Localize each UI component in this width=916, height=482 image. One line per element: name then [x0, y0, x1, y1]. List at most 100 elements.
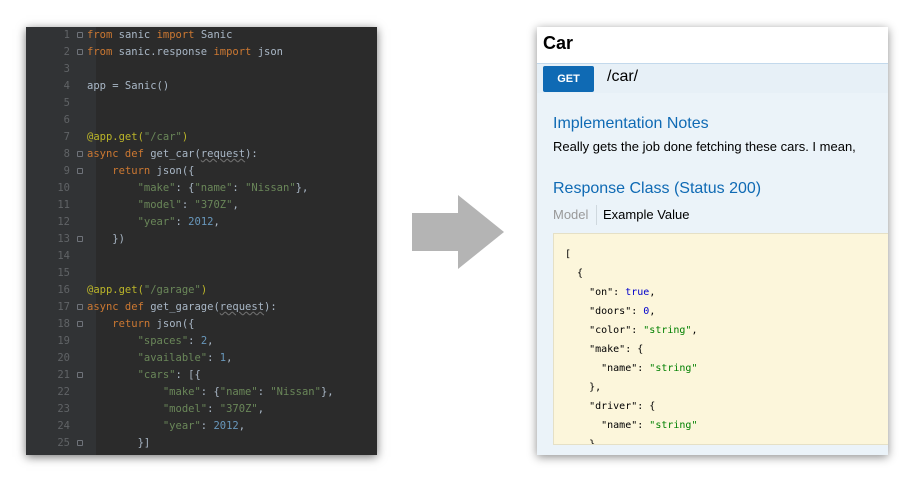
code-token: Sanic [194, 29, 233, 41]
example-value-box[interactable]: [ { "on": true, "doors": 0, "color": "st… [553, 233, 888, 445]
implementation-notes-heading: Implementation Notes [553, 115, 709, 132]
http-method-badge[interactable]: GET [543, 66, 594, 92]
json-token: }, [565, 382, 602, 393]
code-text[interactable]: return json({ [87, 163, 194, 180]
json-token: "on": [565, 287, 626, 298]
code-text[interactable]: async def get_car(request): [87, 146, 258, 163]
line-number: 7 [63, 131, 70, 143]
line-number: 17 [57, 301, 70, 313]
code-text[interactable]: from sanic import Sanic [87, 27, 232, 44]
code-token: : [188, 335, 201, 347]
code-text[interactable]: "model": "370Z", [87, 401, 264, 418]
line-number: 8 [63, 148, 70, 160]
code-text[interactable]: "spaces": 2, [87, 333, 214, 350]
json-token: , [649, 287, 656, 298]
code-token: @app.get( [87, 284, 144, 296]
code-fold-icon[interactable] [77, 151, 83, 157]
json-token: "name": [565, 363, 650, 374]
code-text[interactable]: return json({ [87, 316, 194, 333]
code-text[interactable]: "year": 2012, [87, 418, 245, 435]
json-line: }, [565, 378, 601, 397]
code-token: app = Sanic() [87, 80, 170, 92]
code-text[interactable]: "make": {"name": "Nissan"}, [87, 384, 334, 401]
code-text[interactable]: "available": 1, [87, 350, 233, 367]
json-token: "make": { [565, 344, 644, 355]
code-token: : { [175, 182, 195, 194]
code-fold-icon[interactable] [77, 49, 83, 55]
code-text[interactable]: "cars": [{ [87, 367, 201, 384]
code-token: "/car" [143, 131, 182, 143]
line-number: 22 [57, 386, 70, 398]
code-line: 23 "model": "370Z", [26, 401, 377, 418]
code-fold-icon[interactable] [77, 168, 83, 174]
operation-path[interactable]: /car/ [607, 68, 638, 86]
code-line: 2 from sanic.response import json [26, 44, 377, 61]
code-line: 14 [26, 248, 377, 265]
json-line: "on": true, [565, 283, 655, 302]
code-token: : [257, 386, 271, 398]
json-line: { [565, 264, 583, 283]
code-token: get_car( [143, 148, 201, 160]
code-fold-icon[interactable] [77, 321, 83, 327]
operation-bar[interactable]: GET /car/ [537, 63, 888, 93]
code-token: , [257, 403, 265, 415]
code-text[interactable]: @app.get("/car") [87, 129, 188, 146]
code-token: return [112, 165, 151, 177]
json-token: "color": [565, 325, 644, 336]
line-number: 21 [57, 369, 70, 381]
code-token: }, [320, 386, 334, 398]
json-line: "name": "string" [565, 416, 697, 435]
code-fold-icon[interactable] [77, 372, 83, 378]
code-text[interactable]: "model": "370Z", [87, 197, 239, 214]
code-token: , [232, 199, 239, 211]
line-number: 24 [57, 420, 70, 432]
code-text[interactable]: "make": {"name": "Nissan"}, [87, 180, 309, 197]
code-fold-icon[interactable] [77, 440, 83, 446]
code-fold-icon[interactable] [77, 236, 83, 242]
code-text[interactable]: "year": 2012, [87, 214, 220, 231]
resource-title: Car [543, 33, 574, 53]
code-token: , [226, 352, 233, 364]
code-token: request [200, 148, 246, 160]
code-line: 9 return json({ [26, 163, 377, 180]
code-fold-icon[interactable] [77, 304, 83, 310]
code-token: : [181, 199, 195, 211]
line-number: 16 [57, 284, 70, 296]
code-line: 19 "spaces": 2, [26, 333, 377, 350]
json-token: true [625, 287, 650, 298]
line-number: 1 [63, 29, 70, 41]
code-token: import [156, 29, 195, 41]
code-line: 15 [26, 265, 377, 282]
code-text[interactable]: @app.get("/garage") [87, 282, 207, 299]
code-token: 2012 [188, 216, 214, 228]
code-text[interactable]: async def get_garage(request): [87, 299, 277, 316]
json-line: "make": { [565, 340, 643, 359]
code-line: 20 "available": 1, [26, 350, 377, 367]
code-token: "Nissan" [245, 182, 296, 194]
code-text[interactable]: }) [87, 231, 125, 248]
code-token: async def [87, 148, 144, 160]
line-number: 15 [57, 267, 70, 279]
code-text[interactable]: from sanic.response import json [87, 44, 283, 61]
code-token: ): [264, 301, 277, 313]
tab-example-value[interactable]: Example Value [603, 207, 689, 222]
line-number: 13 [57, 233, 70, 245]
json-line: "doors": 0, [565, 302, 655, 321]
json-token: , [649, 306, 656, 317]
code-token: get_garage( [143, 301, 220, 313]
line-number: 25 [57, 437, 70, 449]
json-token: "doors": [565, 306, 644, 317]
line-number: 10 [57, 182, 70, 194]
code-fold-icon[interactable] [77, 32, 83, 38]
tab-model[interactable]: Model [553, 207, 588, 222]
code-token: ) [200, 284, 208, 296]
code-text[interactable]: app = Sanic() [87, 78, 169, 95]
code-text[interactable]: }] [87, 435, 151, 452]
code-token: ): [245, 148, 258, 160]
code-line: 10 "make": {"name": "Nissan"}, [26, 180, 377, 197]
code-token: : { [200, 386, 220, 398]
tab-divider [596, 205, 597, 225]
